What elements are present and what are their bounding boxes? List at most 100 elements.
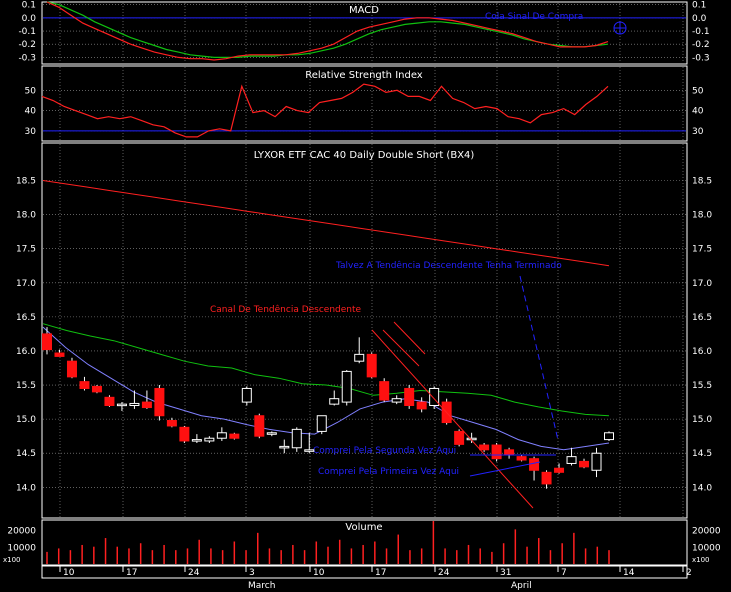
candle-body bbox=[591, 452, 602, 471]
y-tick-label-left: 15.0 bbox=[16, 415, 36, 425]
candle-body bbox=[529, 458, 540, 471]
y-tick-label-right: 0.0 bbox=[692, 14, 707, 24]
y-tick-label-right: 15.0 bbox=[692, 415, 712, 425]
x-tick-label: 2 bbox=[686, 568, 692, 578]
y-tick-label-right: 14.0 bbox=[692, 483, 712, 493]
candle-body bbox=[291, 428, 302, 449]
y-tick-label-right: -0.2 bbox=[692, 40, 710, 50]
candle-body bbox=[479, 444, 490, 451]
candle-body bbox=[42, 333, 52, 351]
candle-body bbox=[279, 445, 290, 449]
y-tick-label-left: 18.0 bbox=[16, 211, 36, 221]
y-tick-label-left: 14.5 bbox=[16, 449, 36, 459]
y-tick-label-right: 40 bbox=[692, 107, 704, 117]
y-tick-label-left: 17.0 bbox=[16, 279, 36, 289]
candle-body bbox=[566, 456, 577, 464]
y-tick-label-right: 16.0 bbox=[692, 347, 712, 357]
x-tick-label: 17 bbox=[126, 568, 137, 578]
x-tick-label: 24 bbox=[438, 568, 450, 578]
x-tick-label: 24 bbox=[188, 568, 200, 578]
y-tick-label-right: 17.5 bbox=[692, 245, 712, 255]
candle-body bbox=[579, 460, 590, 468]
y-tick-label-left: -0.1 bbox=[18, 27, 36, 37]
candle-body bbox=[254, 415, 265, 437]
y-tick-label-right: 50 bbox=[692, 86, 704, 96]
month-label-april: April bbox=[511, 581, 532, 591]
candle-body bbox=[54, 352, 65, 357]
y-tick-label-left: 14.0 bbox=[16, 483, 36, 493]
y-tick-label-right: 18.0 bbox=[692, 211, 712, 221]
candle-body bbox=[141, 401, 152, 409]
candle-body bbox=[504, 449, 515, 456]
volume-scale-left: x100 bbox=[3, 556, 21, 564]
y-tick-label-left: 16.0 bbox=[16, 347, 36, 357]
candle-body bbox=[154, 387, 165, 417]
candle-body bbox=[379, 381, 390, 401]
y-tick-label-right: 16.5 bbox=[692, 313, 712, 323]
candle-body bbox=[604, 432, 614, 441]
x-tick-label: 3 bbox=[249, 568, 255, 578]
y-tick-label-left: 0.0 bbox=[22, 14, 37, 24]
y-tick-label-left: 20000 bbox=[7, 526, 36, 536]
y-tick-label-right: 0.1 bbox=[692, 1, 706, 11]
stock-chart: MACD Relative Strength Index LYXOR ETF C… bbox=[0, 0, 731, 592]
candle-body bbox=[166, 420, 177, 427]
candle-body bbox=[391, 398, 402, 403]
y-tick-label-right: 14.5 bbox=[692, 449, 712, 459]
candle-body bbox=[329, 398, 340, 405]
y-tick-label-left: 16.5 bbox=[16, 313, 36, 323]
annotation-channel: Canal De Tendência Descendente bbox=[210, 304, 362, 315]
candle-body bbox=[354, 353, 365, 362]
y-tick-label-left: 0.1 bbox=[22, 1, 36, 11]
macd-title: MACD bbox=[349, 5, 379, 16]
y-tick-label-left: -0.3 bbox=[18, 53, 36, 63]
annotation-signal: Cola Sinal De Compra bbox=[485, 12, 583, 22]
candle-body bbox=[304, 449, 315, 452]
candle-body bbox=[104, 396, 115, 406]
x-tick-label: 17 bbox=[375, 568, 386, 578]
chart-background bbox=[0, 0, 731, 592]
y-tick-label-right: 10000 bbox=[692, 544, 721, 554]
x-tick-label: 14 bbox=[623, 568, 635, 578]
candle-body bbox=[229, 433, 240, 439]
y-tick-label-right: -0.3 bbox=[692, 53, 710, 63]
price-title: LYXOR ETF CAC 40 Daily Double Short (BX4… bbox=[254, 150, 475, 161]
candle-body bbox=[316, 415, 327, 432]
annotation-trend-ended: Talvez A Tendência Descendente Tenha Ter… bbox=[335, 260, 562, 271]
candle-body bbox=[66, 360, 77, 378]
annotation-first-buy: Comprei Pela Primeira Vez Aqui bbox=[318, 467, 459, 477]
y-tick-label-right: 18.5 bbox=[692, 177, 712, 187]
y-tick-label-right: 17.0 bbox=[692, 279, 712, 289]
rsi-title: Relative Strength Index bbox=[305, 70, 423, 81]
candle-body bbox=[191, 439, 202, 442]
y-tick-label-left: 18.5 bbox=[16, 177, 36, 187]
candle-body bbox=[241, 387, 252, 403]
candle-body bbox=[116, 403, 127, 407]
candle-body bbox=[516, 456, 527, 461]
annotation-second-buy: Comprei Pela Segunda Vez Aqui bbox=[313, 446, 456, 456]
candle-body bbox=[266, 432, 277, 435]
y-tick-label-left: -0.2 bbox=[18, 40, 36, 50]
candle-body bbox=[416, 401, 427, 410]
candle-body bbox=[79, 381, 90, 389]
y-tick-label-right: 30 bbox=[692, 127, 704, 137]
candle-body bbox=[216, 432, 227, 439]
y-tick-label-right: 15.5 bbox=[692, 381, 712, 391]
candle-body bbox=[91, 385, 102, 393]
candle-body bbox=[204, 437, 215, 442]
candle-body bbox=[341, 370, 352, 403]
y-tick-label-left: 15.5 bbox=[16, 381, 36, 391]
candle-body bbox=[491, 444, 502, 460]
x-tick-label: 10 bbox=[63, 568, 75, 578]
y-tick-label-left: 30 bbox=[25, 127, 37, 137]
x-tick-label: 10 bbox=[313, 568, 325, 578]
month-label-march: March bbox=[248, 581, 275, 591]
candle-body bbox=[541, 471, 552, 485]
y-tick-label-left: 10000 bbox=[7, 544, 36, 554]
y-tick-label-right: 20000 bbox=[692, 526, 721, 536]
candle-body bbox=[554, 467, 565, 473]
volume-scale-right: x100 bbox=[692, 556, 710, 564]
y-tick-label-left: 50 bbox=[25, 86, 37, 96]
x-tick-label: 7 bbox=[561, 568, 567, 578]
candle-body bbox=[179, 426, 190, 442]
